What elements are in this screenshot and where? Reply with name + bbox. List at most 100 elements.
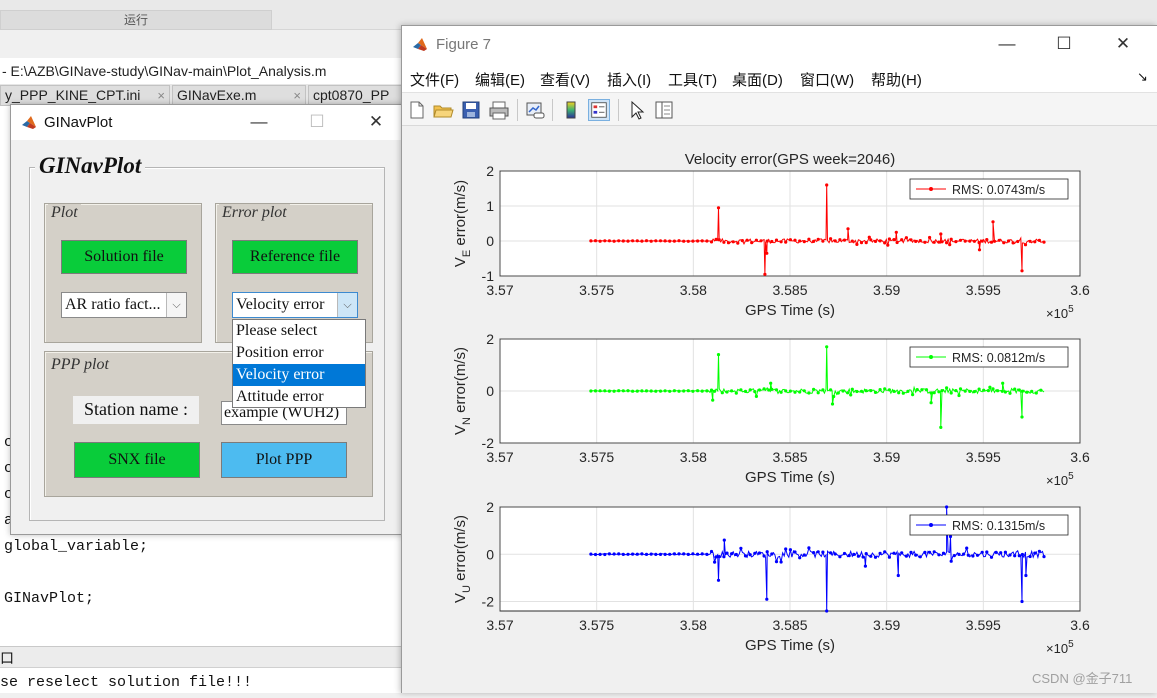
dock-arrow-icon[interactable]: ↘ (1137, 69, 1148, 85)
tab-ginavexe[interactable]: GINavExe.m × (172, 85, 306, 106)
data-point (705, 552, 709, 556)
tab-cpt0870[interactable]: cpt0870_PP (308, 85, 402, 106)
data-point (846, 227, 850, 231)
new-figure-icon[interactable] (406, 99, 428, 121)
menu-window[interactable]: 窗口(W) (800, 69, 854, 90)
close-button[interactable]: ✕ (361, 111, 391, 133)
reference-file-button[interactable]: Reference file (232, 240, 358, 274)
data-point (849, 393, 853, 397)
menu-tools[interactable]: 工具(T) (668, 69, 717, 90)
data-point (1008, 553, 1012, 557)
data-point (829, 388, 833, 392)
solution-file-button[interactable]: Solution file (61, 240, 187, 274)
subplot-2: 3.57 3.575 3.58 3.585 3.59 3.595 3.6 -2 0 2 ×105 GP… (452, 331, 1090, 488)
save-icon[interactable] (460, 99, 482, 121)
data-point (923, 550, 927, 554)
menu-insert[interactable]: 插入(I) (607, 69, 651, 90)
data-point (821, 239, 825, 243)
data-point (941, 551, 946, 555)
plot-ppp-button[interactable]: Plot PPP (221, 442, 347, 478)
snx-file-button[interactable]: SNX file (74, 442, 200, 478)
data-point (873, 555, 878, 559)
menu-file[interactable]: 文件(F) (410, 69, 459, 90)
option-please-select[interactable]: Please select (233, 320, 365, 342)
data-point (894, 230, 898, 234)
link-plot-icon[interactable] (524, 99, 546, 121)
menu-desktop[interactable]: 桌面(D) (732, 69, 783, 90)
data-point (626, 552, 630, 556)
data-point (838, 238, 842, 242)
data-point (841, 389, 845, 393)
minimize-button[interactable]: — (244, 111, 274, 133)
menu-edit[interactable]: 编辑(E) (475, 69, 525, 90)
maximize-button[interactable]: ☐ (302, 111, 332, 133)
option-velocity-error[interactable]: Velocity error (233, 364, 365, 386)
data-point (748, 388, 752, 392)
data-point (743, 389, 748, 393)
option-attitude-error[interactable]: Attitude error (233, 386, 365, 408)
menu-help[interactable]: 帮助(H) (871, 69, 922, 90)
x-tick-label: 3.57 (486, 449, 513, 465)
data-point (770, 239, 774, 244)
run-section-label[interactable]: 运行 (0, 10, 272, 30)
data-point (663, 239, 667, 243)
data-point (691, 389, 695, 393)
tab-label: cpt0870_PP (313, 87, 390, 103)
data-point (855, 242, 859, 246)
data-point (1006, 239, 1011, 243)
data-point (883, 387, 887, 391)
colorbar-icon[interactable] (560, 99, 582, 121)
data-point (677, 389, 681, 393)
data-point (736, 241, 740, 245)
data-point (918, 555, 922, 559)
data-point (859, 389, 864, 393)
data-point (869, 238, 873, 242)
data-point (802, 553, 806, 557)
menu-view[interactable]: 查看(V) (540, 69, 590, 90)
data-point (948, 243, 952, 247)
data-point (762, 554, 766, 558)
data-point (691, 552, 695, 556)
legend-icon[interactable] (588, 99, 610, 121)
close-button[interactable]: ✕ (1108, 33, 1138, 55)
data-point (924, 388, 929, 392)
data-point (677, 552, 681, 556)
data-point (725, 390, 729, 394)
print-icon[interactable] (488, 99, 510, 121)
data-point (1028, 239, 1032, 243)
close-icon[interactable]: × (157, 86, 165, 105)
data-point (621, 552, 625, 556)
x-tick-label: 3.59 (873, 449, 900, 465)
plot-type-select[interactable]: AR ratio fact... ⌵ (61, 292, 187, 318)
open-folder-icon[interactable] (432, 99, 454, 121)
data-point (904, 236, 908, 240)
data-point (635, 552, 639, 556)
data-point (886, 243, 890, 247)
data-point (784, 547, 788, 551)
option-position-error[interactable]: Position error (233, 342, 365, 364)
data-point (649, 552, 653, 556)
data-point (793, 550, 797, 554)
data-point (757, 551, 762, 555)
property-inspector-icon[interactable] (653, 99, 675, 121)
minimize-button[interactable]: — (992, 33, 1022, 55)
data-point (892, 389, 896, 393)
data-point (940, 240, 944, 244)
data-point (1042, 555, 1046, 559)
data-point (691, 239, 695, 243)
data-point (883, 241, 887, 245)
data-point (607, 389, 611, 393)
data-point (821, 388, 825, 392)
command-window[interactable]: se reselect solution file!!! (0, 668, 402, 693)
error-type-select[interactable]: Velocity error ⌵ (232, 292, 358, 318)
data-point (696, 389, 700, 393)
x-tick-label: 3.585 (772, 617, 807, 633)
close-icon[interactable]: × (293, 86, 301, 105)
data-point (945, 241, 949, 245)
pointer-icon[interactable] (626, 99, 648, 121)
data-point (682, 239, 686, 243)
data-point (1039, 388, 1043, 392)
tab-ini-file[interactable]: y_PPP_KINE_CPT.ini × (0, 85, 170, 106)
maximize-button[interactable]: ☐ (1049, 33, 1079, 55)
figure-canvas[interactable]: 3.57 3.575 3.58 3.585 3.59 3.595 3.6 -1 0 1 2 ×105 G… (402, 126, 1157, 693)
